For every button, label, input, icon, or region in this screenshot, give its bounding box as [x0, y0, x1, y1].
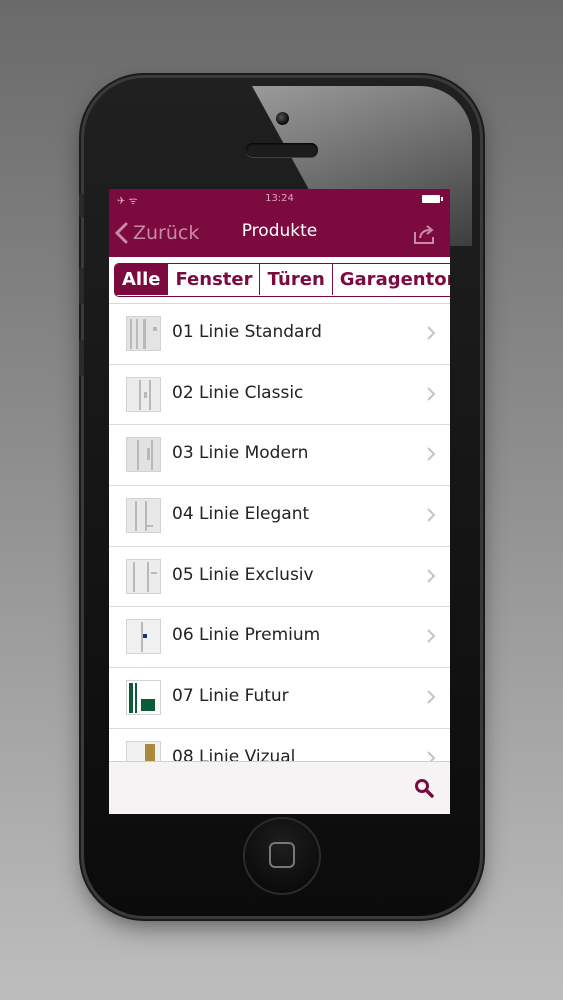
earpiece-speaker	[246, 143, 318, 157]
volume-up-button	[79, 268, 84, 304]
volume-down-button	[79, 340, 84, 376]
segment-garagentore[interactable]: Garagentore	[332, 264, 450, 295]
list-item[interactable]: 03 Linie Modern	[109, 425, 450, 487]
product-thumbnail	[126, 437, 161, 473]
product-thumbnail	[126, 680, 161, 716]
list-item[interactable]: 06 Linie Premium	[109, 607, 450, 669]
list-item[interactable]: 02 Linie Classic	[109, 365, 450, 426]
product-thumbnail	[126, 316, 161, 351]
segmented-control: AlleFensterTürenGaragentore	[114, 263, 450, 297]
product-label: 03 Linie Modern	[172, 443, 309, 464]
status-time: 13:24	[265, 193, 294, 204]
nav-bar: Zurück Produkte	[109, 209, 450, 257]
page-title: Produkte	[241, 221, 318, 241]
chevron-right-icon	[427, 690, 436, 704]
chevron-right-icon	[427, 751, 436, 761]
chevron-right-icon	[427, 569, 436, 583]
front-camera	[276, 112, 289, 125]
segment-fenster[interactable]: Fenster	[168, 264, 261, 295]
product-label: 06 Linie Premium	[172, 625, 321, 646]
status-bar: ✈ ᯤ 13:24	[109, 189, 450, 209]
category-segment-bar: AlleFensterTürenGaragentore	[109, 257, 450, 303]
product-label: 04 Linie Elegant	[172, 504, 310, 525]
list-item[interactable]: 07 Linie Futur	[109, 668, 450, 729]
list-item[interactable]: 05 Linie Exclusiv	[109, 547, 450, 608]
product-thumbnail	[126, 740, 161, 761]
share-icon[interactable]	[412, 223, 436, 245]
bottom-toolbar	[109, 761, 450, 814]
product-thumbnail	[126, 498, 161, 534]
product-thumbnail	[126, 376, 161, 412]
home-button-icon	[269, 842, 295, 868]
search-icon[interactable]	[414, 778, 434, 798]
product-label: 08 Linie Vizual	[172, 746, 296, 761]
product-label: 05 Linie Exclusiv	[172, 564, 314, 585]
product-thumbnail	[126, 558, 161, 594]
app-screen: ✈ ᯤ 13:24 Zurück Produkte Alle Fenster Tür…	[109, 189, 450, 814]
segment-alle[interactable]: Alle	[115, 264, 169, 295]
chevron-right-icon	[427, 629, 436, 644]
segment-türen[interactable]: Türen	[260, 264, 333, 295]
chevron-right-icon	[427, 447, 436, 462]
list-item[interactable]: 04 Linie Elegant	[109, 486, 450, 547]
chevron-right-icon	[427, 326, 436, 340]
product-list: 01 Linie Standard 02 Linie Classic 03 Lini…	[109, 304, 450, 761]
list-item[interactable]: 01 Linie Standard	[109, 304, 450, 365]
chevron-right-icon	[427, 508, 436, 522]
product-label: 01 Linie Standard	[172, 322, 322, 342]
product-thumbnail	[126, 619, 161, 655]
battery-icon	[422, 195, 443, 203]
mute-switch	[79, 193, 84, 217]
product-label: 02 Linie Classic	[172, 382, 304, 403]
product-label: 07 Linie Futur	[172, 686, 289, 707]
list-item[interactable]: 08 Linie Vizual	[109, 729, 450, 761]
chevron-right-icon	[427, 386, 436, 401]
